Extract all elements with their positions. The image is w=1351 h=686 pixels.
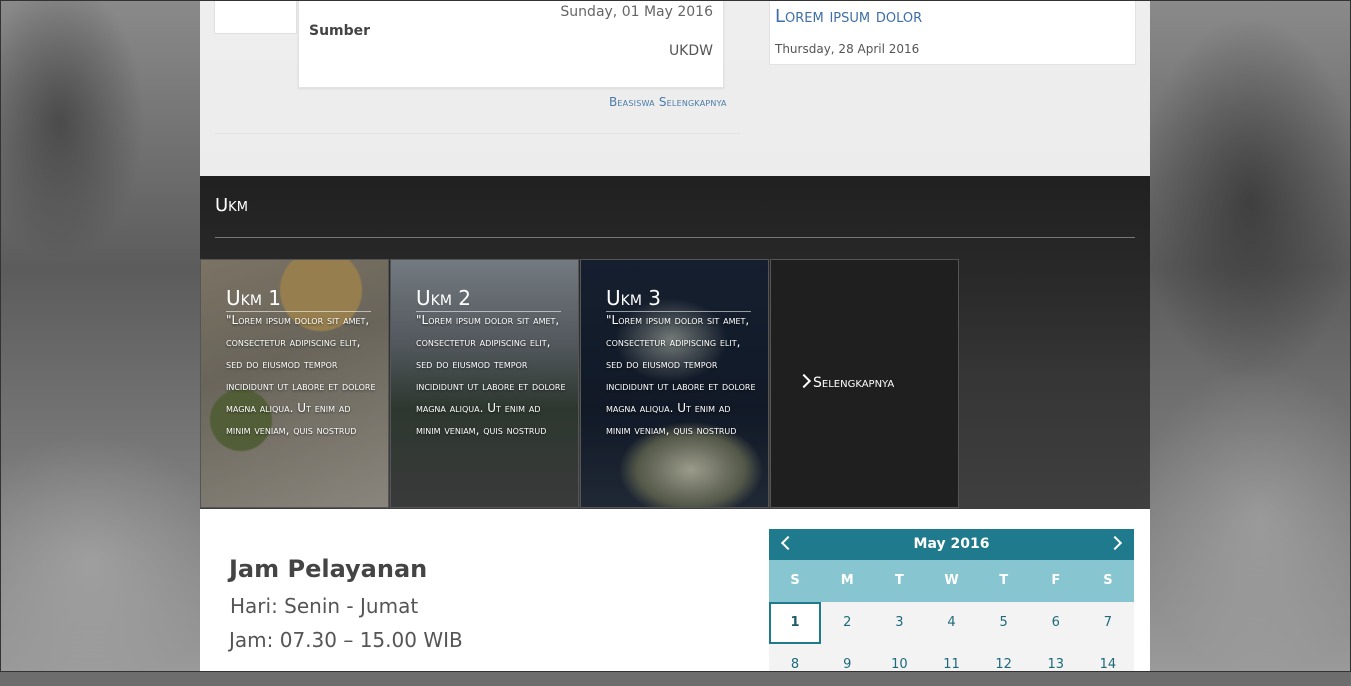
news-thumbnail: [214, 0, 297, 34]
news-date: Sunday, 01 May 2016: [560, 4, 713, 20]
calendar-day[interactable]: 6: [1030, 602, 1082, 644]
calendar-day[interactable]: 2: [821, 602, 873, 644]
ukm-section-title: Ukm: [215, 195, 248, 216]
calendar-weekday-row: S M T W T F S: [769, 560, 1134, 602]
ukm-tile-2[interactable]: Ukm 2 "Lorem ipsum dolor sit amet, conse…: [390, 259, 579, 508]
news-panel: Sunday, 01 May 2016 Sumber UKDW Beasiswa…: [200, 0, 1150, 176]
page-container: Sunday, 01 May 2016 Sumber UKDW Beasiswa…: [200, 0, 1150, 672]
ukm-tile-description: "Lorem ipsum dolor sit amet, consectetur…: [416, 313, 566, 437]
calendar-day[interactable]: 12: [978, 644, 1030, 686]
calendar-day[interactable]: 7: [1082, 602, 1134, 644]
calendar-day[interactable]: 13: [1030, 644, 1082, 686]
weekday-label: F: [1051, 573, 1061, 588]
weekday-label: T: [999, 573, 1009, 588]
ukm-more-tile[interactable]: Selengkapnya: [770, 259, 959, 508]
calendar-day[interactable]: 5: [978, 602, 1030, 644]
service-panel: Jam Pelayanan Hari: Senin - Jumat Jam: 0…: [200, 509, 1150, 672]
news-card: Sunday, 01 May 2016 Sumber UKDW: [298, 0, 724, 88]
calendar-widget: May 2016 S M T W T F S 1 2 3 4 5 6 7 8 9…: [769, 529, 1134, 672]
service-days: Hari: Senin - Jumat: [230, 594, 419, 618]
weekday-label: W: [944, 573, 959, 588]
divider: [215, 237, 1135, 238]
event-title-link[interactable]: Lorem ipsum dolor: [775, 6, 922, 27]
chevron-right-icon: [796, 373, 812, 389]
weekday-label: S: [1103, 573, 1113, 588]
calendar-week-row: 8 9 10 11 12 13 14: [769, 644, 1134, 686]
calendar-day[interactable]: 3: [873, 602, 925, 644]
event-card: Lorem ipsum dolor Thursday, 28 April 201…: [769, 0, 1136, 65]
event-date: Thursday, 28 April 2016: [775, 42, 920, 56]
calendar-day[interactable]: 11: [925, 644, 977, 686]
ukm-tile-description: "Lorem ipsum dolor sit amet, consectetur…: [606, 313, 756, 437]
ukm-tile-1[interactable]: Ukm 1 "Lorem ipsum dolor sit amet, conse…: [200, 259, 389, 508]
calendar-day[interactable]: 9: [821, 644, 873, 686]
calendar-day[interactable]: 14: [1082, 644, 1134, 686]
weekday-label: S: [790, 573, 800, 588]
calendar-day[interactable]: 4: [925, 602, 977, 644]
news-source: UKDW: [668, 43, 713, 59]
calendar-day[interactable]: 10: [873, 644, 925, 686]
ukm-tile-description: "Lorem ipsum dolor sit amet, consectetur…: [226, 313, 376, 437]
service-hours: Jam: 07.30 – 15.00 WIB: [229, 628, 463, 652]
ukm-tile-3[interactable]: Ukm 3 "Lorem ipsum dolor sit amet, conse…: [580, 259, 769, 508]
ukm-more-link[interactable]: Selengkapnya: [796, 373, 895, 391]
calendar-header: May 2016: [769, 529, 1134, 560]
service-hours-title: Jam Pelayanan: [229, 555, 428, 583]
scholarship-more-link[interactable]: Beasiswa Selengkapnya: [609, 95, 727, 109]
calendar-day[interactable]: 8: [769, 644, 821, 686]
news-source-label: Sumber: [309, 23, 371, 39]
weekday-label: M: [840, 573, 854, 588]
ukm-more-label: Selengkapnya: [813, 375, 895, 391]
ukm-section: Ukm Ukm 1 "Lorem ipsum dolor sit amet, c…: [200, 176, 1150, 509]
calendar-week-row: 1 2 3 4 5 6 7: [769, 602, 1134, 644]
calendar-month-title: May 2016: [913, 536, 990, 552]
calendar-day-today[interactable]: 1: [769, 602, 822, 644]
divider: [215, 133, 740, 134]
weekday-label: T: [894, 573, 904, 588]
